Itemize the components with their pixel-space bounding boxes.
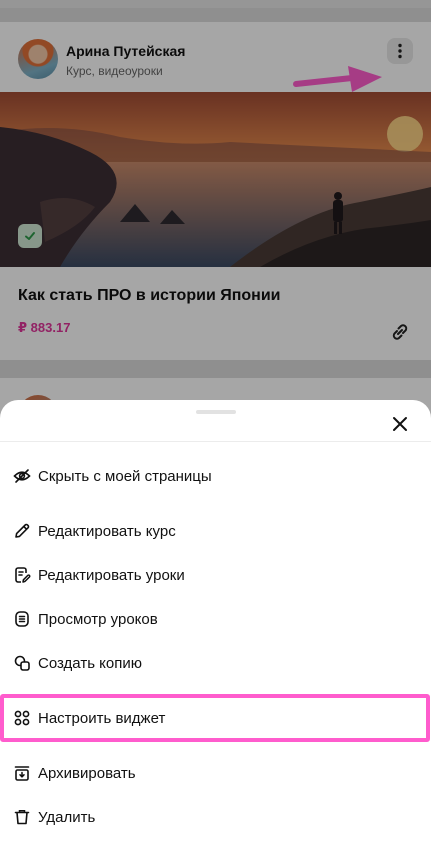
sheet-drag-handle[interactable] bbox=[196, 410, 236, 414]
list-view-icon bbox=[13, 610, 31, 628]
edit-lessons-icon bbox=[13, 566, 31, 584]
menu-item-archive[interactable]: Архивировать bbox=[0, 753, 431, 793]
divider bbox=[0, 441, 431, 442]
archive-icon bbox=[13, 764, 31, 782]
menu-item-label: Создать копию bbox=[38, 654, 142, 672]
pencil-icon bbox=[13, 522, 31, 540]
menu-item-label: Просмотр уроков bbox=[38, 610, 158, 628]
menu-item-label: Удалить bbox=[38, 808, 96, 826]
copy-icon bbox=[13, 654, 31, 672]
menu-item-view-lessons[interactable]: Просмотр уроков bbox=[0, 599, 431, 639]
menu-item-hide[interactable]: Скрыть с моей страницы bbox=[0, 456, 431, 496]
menu-item-label: Редактировать курс bbox=[38, 522, 176, 540]
close-icon bbox=[393, 417, 407, 431]
close-button[interactable] bbox=[388, 412, 412, 436]
menu-item-delete[interactable]: Удалить bbox=[0, 797, 431, 837]
menu-item-create-copy[interactable]: Создать копию bbox=[0, 643, 431, 683]
menu-item-label: Редактировать уроки bbox=[38, 566, 185, 584]
menu-item-label: Архивировать bbox=[38, 764, 136, 782]
menu-item-label: Скрыть с моей страницы bbox=[38, 467, 212, 485]
eye-off-icon bbox=[13, 467, 31, 485]
annotation-highlight bbox=[0, 694, 430, 742]
menu-item-edit-lessons[interactable]: Редактировать уроки bbox=[0, 555, 431, 595]
actions-bottom-sheet: Скрыть с моей страницы Редактировать кур… bbox=[0, 400, 431, 844]
menu-item-edit-course[interactable]: Редактировать курс bbox=[0, 511, 431, 551]
trash-icon bbox=[13, 808, 31, 826]
